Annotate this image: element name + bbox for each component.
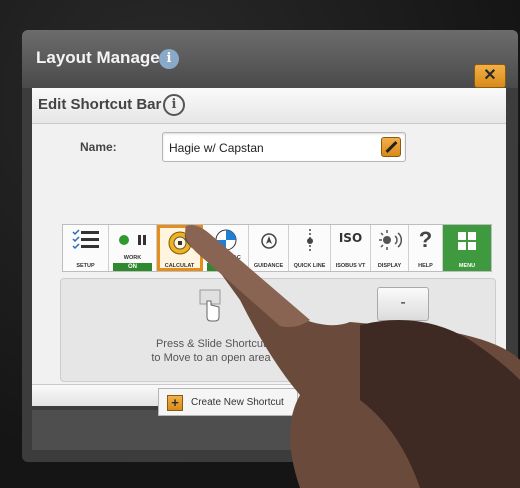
title-bar: Layout Manager i [22,30,518,88]
shortcut-display[interactable]: DISPLAY [371,225,409,271]
brightness-icon [378,230,402,250]
play-pause-icon [118,235,146,245]
autotrac-status-bar [207,263,244,271]
work-status-badge: ON [113,263,152,271]
shortcut-label: QUICK LINE [293,263,326,269]
shortcut-label: CALCULAT [164,263,195,269]
calculator-icon [168,231,191,255]
shortcut-quickline[interactable]: QUICK LINE [289,225,331,271]
shortcut-help[interactable]: ? HELP [409,225,443,271]
panel-title: Edit Shortcut Bar [38,96,162,113]
name-value: Hagie w/ Capstan [169,141,264,155]
slide-text-line1: Press & Slide Shortcut [155,338,267,350]
grid-icon [458,232,476,250]
isobus-icon: ISO [338,231,363,245]
shortcut-label: MENU [458,263,476,269]
panel-header: Edit Shortcut Bar i [32,88,506,124]
shortcut-menu[interactable]: MENU [443,225,491,271]
name-input[interactable]: Hagie w/ Capstan [162,132,406,162]
close-button[interactable]: ✕ [474,64,506,88]
shortcut-bar: SETUP WORK ON CALCULAT AUTOTRAC GUIDANCE… [62,224,492,272]
shortcut-guidance[interactable]: GUIDANCE [249,225,289,271]
remove-shortcut-label: Remove Shortcut [357,335,435,346]
create-new-shortcut-button[interactable]: + Create New Shortcut [158,388,298,416]
help-icon: ? [418,227,433,252]
shortcut-label: DISPLAY [377,263,402,269]
shortcut-isobus[interactable]: ISO ISOBUS VT [331,225,371,271]
list-icon [71,229,99,250]
quickline-icon [306,229,313,253]
slide-text-line2: to Move to an open area [151,352,271,364]
shortcut-label: ISOBUS VT [335,263,366,269]
pencil-icon[interactable] [381,137,401,157]
edit-shortcut-panel: Edit Shortcut Bar i Name: Hagie w/ Capst… [32,88,506,406]
window-title: Layout Manager [36,48,167,67]
action-area: Press & Slide Shortcut to Move to an ope… [60,278,496,382]
guidance-icon [260,233,277,249]
shortcut-label: HELP [418,263,433,269]
plus-icon: + [167,395,183,411]
shortcut-label: SETUP [76,263,95,269]
create-shortcut-label: Create New Shortcut [191,397,284,408]
remove-shortcut-button[interactable]: - [377,287,429,321]
name-label: Name: [80,140,117,154]
shortcut-calculator[interactable]: CALCULAT [157,225,203,271]
shortcut-label: AUTOTRAC [210,255,241,261]
panel-info-icon[interactable]: i [163,94,185,116]
hand-drag-icon [199,289,221,322]
shortcut-label: GUIDANCE [253,263,284,269]
info-icon[interactable]: i [159,49,179,69]
bottom-bar [32,410,506,450]
shortcut-setup[interactable]: SETUP [63,225,109,271]
shortcut-label: WORK [123,255,142,261]
shortcut-autotrac[interactable]: AUTOTRAC [203,225,249,271]
shortcut-work[interactable]: WORK ON [109,225,157,271]
slide-instructions: Press & Slide Shortcut to Move to an ope… [121,337,301,365]
autotrac-icon [215,229,236,251]
